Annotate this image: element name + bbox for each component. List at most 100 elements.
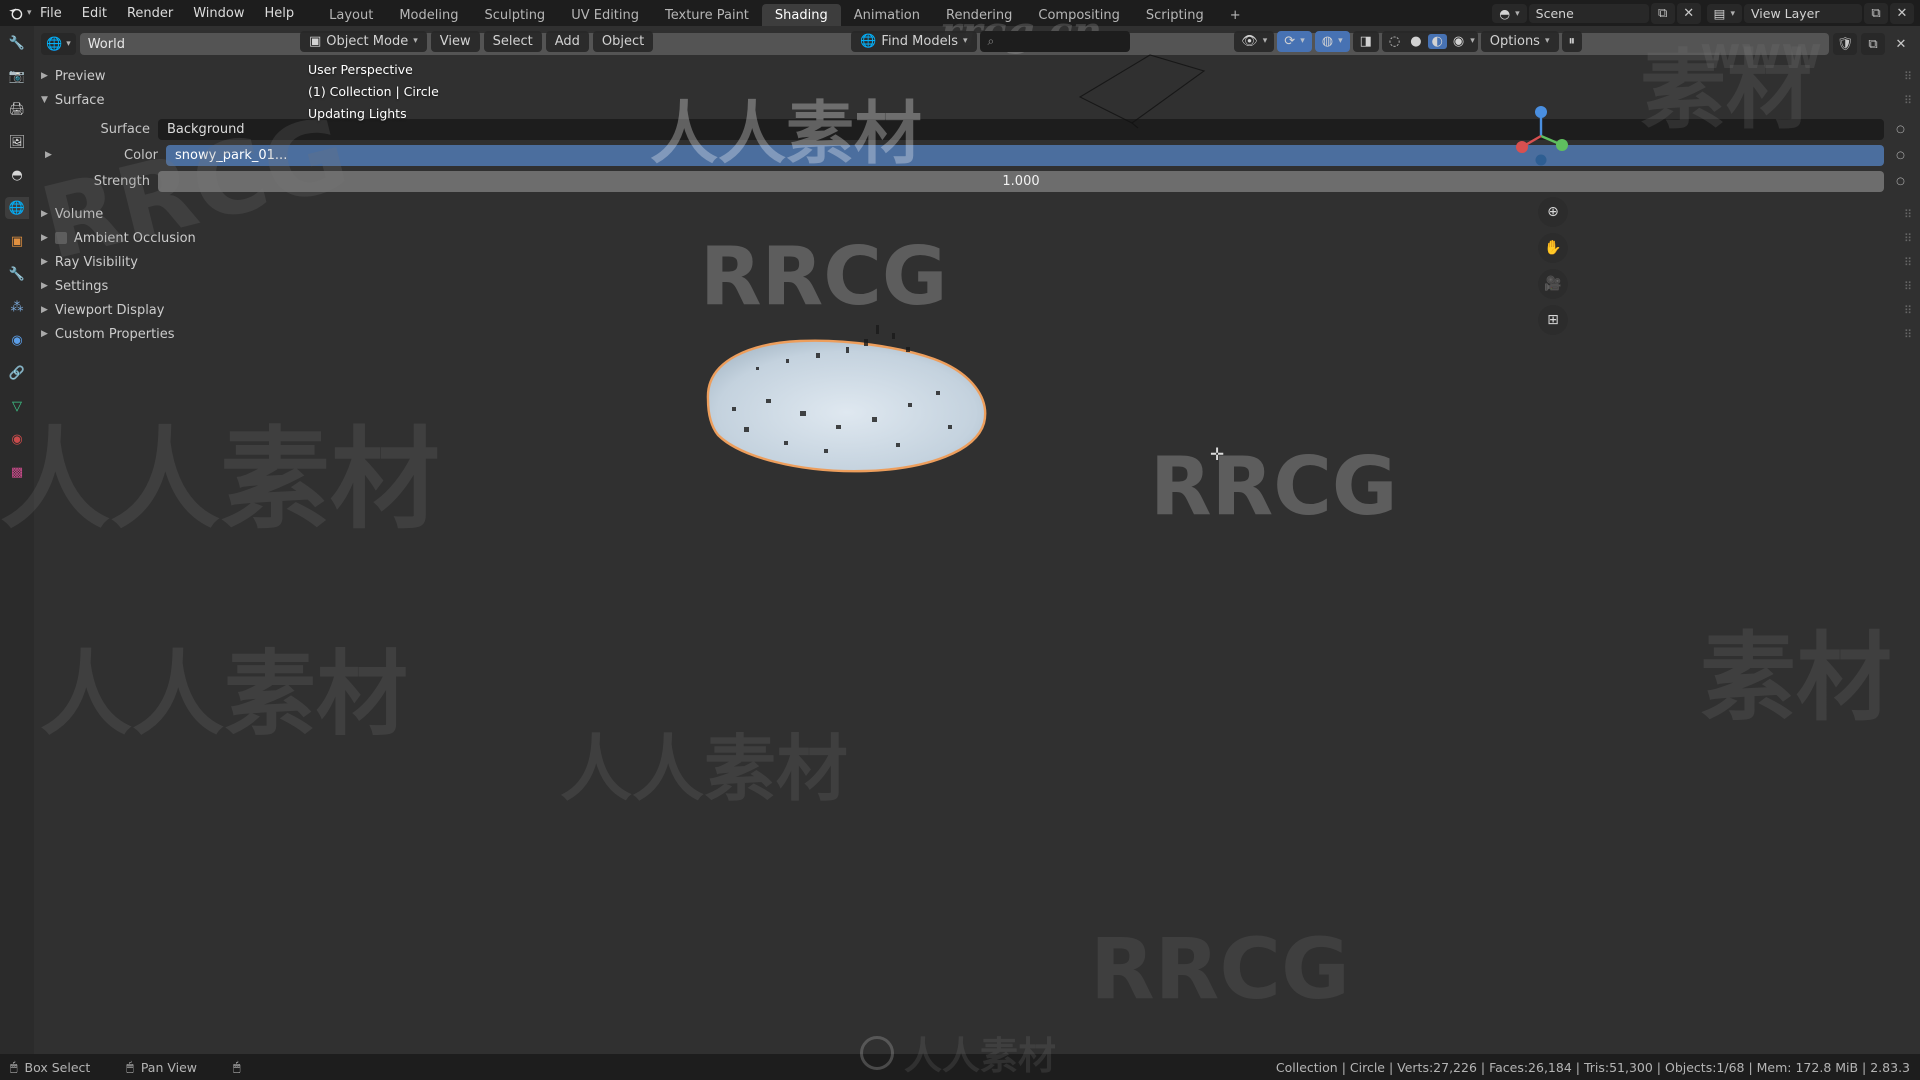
scene-selector[interactable]: ◓ ▾ <box>1492 4 1527 23</box>
menu-file[interactable]: File <box>30 3 72 24</box>
tab-material[interactable]: ◉ <box>5 428 29 450</box>
tab-tool[interactable]: 🔧 <box>5 32 29 54</box>
camera-wireframe <box>1078 54 1206 129</box>
view-layer-selector[interactable]: ▤ ▾ <box>1706 4 1742 23</box>
panel-ambient-occlusion[interactable]: ▶ Ambient Occlusion ⠿ <box>41 226 1913 250</box>
viewport-menu-view[interactable]: View <box>430 30 480 52</box>
rendered-shading-icon[interactable]: ◉ <box>1449 34 1468 49</box>
panel-settings[interactable]: ▶ Settings ⠿ <box>41 274 1913 298</box>
chevron-right-icon: ▶ <box>41 257 48 267</box>
menu-window[interactable]: Window <box>183 3 254 24</box>
remove-scene-button[interactable]: ✕ <box>1676 3 1701 24</box>
tab-particles[interactable]: ⁂ <box>5 296 29 318</box>
animate-property-icon[interactable]: ○ <box>1892 121 1909 138</box>
gizmo-toggle-icon[interactable]: ⟳ ▾ <box>1277 30 1312 52</box>
workspace-tab-modeling[interactable]: Modeling <box>386 4 471 27</box>
chevron-right-icon[interactable]: ▶ <box>45 150 55 160</box>
scene-statistics: Collection | Circle | Verts:27,226 | Fac… <box>1275 1059 1910 1075</box>
workspace-tab-animation[interactable]: Animation <box>841 4 933 27</box>
workspace-tab-compositing[interactable]: Compositing <box>1025 4 1133 27</box>
shield-icon[interactable]: 🛡 <box>1833 33 1857 55</box>
color-node-field[interactable]: snowy_park_01... <box>166 144 1884 166</box>
object-mode-selector[interactable]: ▣ Object Mode ▾ <box>300 30 427 52</box>
viewport-options-button[interactable]: Options ▾ <box>1480 30 1559 52</box>
solid-shading-icon[interactable]: ● <box>1406 34 1425 49</box>
xray-icon[interactable]: ◨ <box>1352 30 1379 52</box>
workspace-tab-rendering[interactable]: Rendering <box>933 4 1025 27</box>
status-bar: 🖱 Box Select 🖱 Pan View 🖱 Collection | C… <box>0 1054 1920 1080</box>
tab-output[interactable]: 🖨 <box>5 98 29 120</box>
wireframe-shading-icon[interactable]: ◌ <box>1385 34 1404 49</box>
menu-help[interactable]: Help <box>255 3 305 24</box>
close-icon[interactable]: ✕ <box>1889 33 1913 55</box>
overlays-toggle-icon[interactable]: ◍ ▾ <box>1314 30 1350 52</box>
workspace-tab-texture-paint[interactable]: Texture Paint <box>652 4 762 27</box>
viewport-menu-add[interactable]: Add <box>545 30 589 52</box>
world-icon[interactable]: 🌐 ▾ <box>41 33 76 55</box>
material-preview-icon[interactable]: ◐ <box>1427 33 1447 49</box>
properties-tab-column: 🔧 📷 🖨 🖼 ◓ 🌐 ▣ 🔧 ⁂ ◉ 🔗 ▽ ◉ ▩ <box>0 26 34 1080</box>
duplicate-icon[interactable]: ⧉ <box>1861 33 1885 55</box>
workspace-tab-layout[interactable]: Layout <box>316 4 386 27</box>
grip-icon: ⠿ <box>1903 93 1913 107</box>
tab-constraint[interactable]: 🔗 <box>5 362 29 384</box>
zoom-tool-icon[interactable]: ⊕ <box>1538 197 1568 227</box>
camera-view-icon[interactable]: 🎥 <box>1538 269 1568 299</box>
new-scene-button[interactable]: ⧉ <box>1650 3 1675 24</box>
workspace-tab-uv-editing[interactable]: UV Editing <box>558 4 652 27</box>
viewport-menu-object[interactable]: Object <box>592 30 654 52</box>
animate-property-icon[interactable]: ○ <box>1892 173 1909 190</box>
panel-ray-visibility[interactable]: ▶ Ray Visibility ⠿ <box>41 250 1913 274</box>
model-search-input[interactable]: ⌕ <box>979 30 1130 52</box>
tab-render[interactable]: 📷 <box>5 65 29 87</box>
blender-logo-icon[interactable] <box>0 5 30 22</box>
view-layer-name-field[interactable]: View Layer <box>1744 4 1862 23</box>
panel-volume[interactable]: ▶ Volume ⠿ <box>41 202 1913 226</box>
tab-world[interactable]: 🌐 <box>5 197 29 219</box>
selected-object-circle[interactable] <box>696 307 987 473</box>
status-middle-action: Pan View <box>140 1059 198 1075</box>
strength-slider[interactable]: 1.000 <box>158 170 1884 192</box>
tab-object[interactable]: ▣ <box>5 230 29 252</box>
grip-icon: ⠿ <box>1903 207 1913 221</box>
add-view-layer-button[interactable]: ⧉ <box>1864 3 1888 24</box>
topbar-menu-list: File Edit Render Window Help <box>30 3 304 24</box>
tab-modifier[interactable]: 🔧 <box>5 263 29 285</box>
viewport-info-line: Updating Lights <box>308 106 407 121</box>
tab-view-layer[interactable]: 🖼 <box>5 131 29 153</box>
tab-physics[interactable]: ◉ <box>5 329 29 351</box>
status-left-action: Box Select <box>24 1059 91 1075</box>
mouse-middle-icon: 🖱 <box>126 1059 134 1074</box>
animate-property-icon[interactable]: ○ <box>1892 147 1909 164</box>
eye-icon[interactable]: 👁 ▾ <box>1234 30 1275 52</box>
tab-texture[interactable]: ▩ <box>5 461 29 483</box>
object-mode-icon: ▣ <box>309 33 322 49</box>
hand-tool-icon[interactable]: ✋ <box>1538 233 1568 263</box>
perspective-toggle-icon[interactable]: ⊞ <box>1538 305 1568 335</box>
scene-icon: ◓ <box>1499 6 1511 21</box>
menu-edit[interactable]: Edit <box>72 3 117 24</box>
find-models-selector[interactable]: 🌐 Find Models ▾ <box>851 30 977 52</box>
checkbox-icon[interactable] <box>54 232 67 244</box>
navigation-gizmo[interactable] <box>1510 105 1572 167</box>
viewport-header: ▣ Object Mode ▾ View Select Add Object 🌐 … <box>294 27 1588 55</box>
chevron-right-icon: ▶ <box>41 329 48 339</box>
chevron-right-icon: ▶ <box>41 305 48 315</box>
pause-icon[interactable]: ⏸ <box>1561 30 1582 52</box>
workspace-tab-shading[interactable]: Shading <box>761 4 841 27</box>
viewport-menu-select[interactable]: Select <box>483 30 542 52</box>
chevron-right-icon: ▶ <box>41 209 48 219</box>
grip-icon: ⠿ <box>1903 69 1913 83</box>
tab-scene[interactable]: ◓ <box>5 164 29 186</box>
menu-render[interactable]: Render <box>117 3 183 24</box>
shading-mode-group[interactable]: ◌ ● ◐ ◉ ▾ <box>1381 30 1478 52</box>
tab-data[interactable]: ▽ <box>5 395 29 417</box>
workspace-tab-scripting[interactable]: Scripting <box>1133 4 1217 27</box>
scene-name-field[interactable]: Scene <box>1528 4 1649 23</box>
properties-body: 🌐 ▾ World 🛡 ⧉ ✕ ▶ Preview ⠿ ▼ Surface ⠿ S… <box>34 26 1920 1080</box>
remove-view-layer-button[interactable]: ✕ <box>1890 3 1914 24</box>
workspace-tab-sculpting[interactable]: Sculpting <box>471 4 558 27</box>
workspace-tabs: Layout Modeling Sculpting UV Editing Tex… <box>316 0 1253 27</box>
topbar-right-controls: ◓ ▾ Scene ⧉ ✕ ▤ ▾ View Layer ⧉ ✕ <box>1492 3 1920 24</box>
add-workspace-button[interactable]: + <box>1217 4 1254 27</box>
